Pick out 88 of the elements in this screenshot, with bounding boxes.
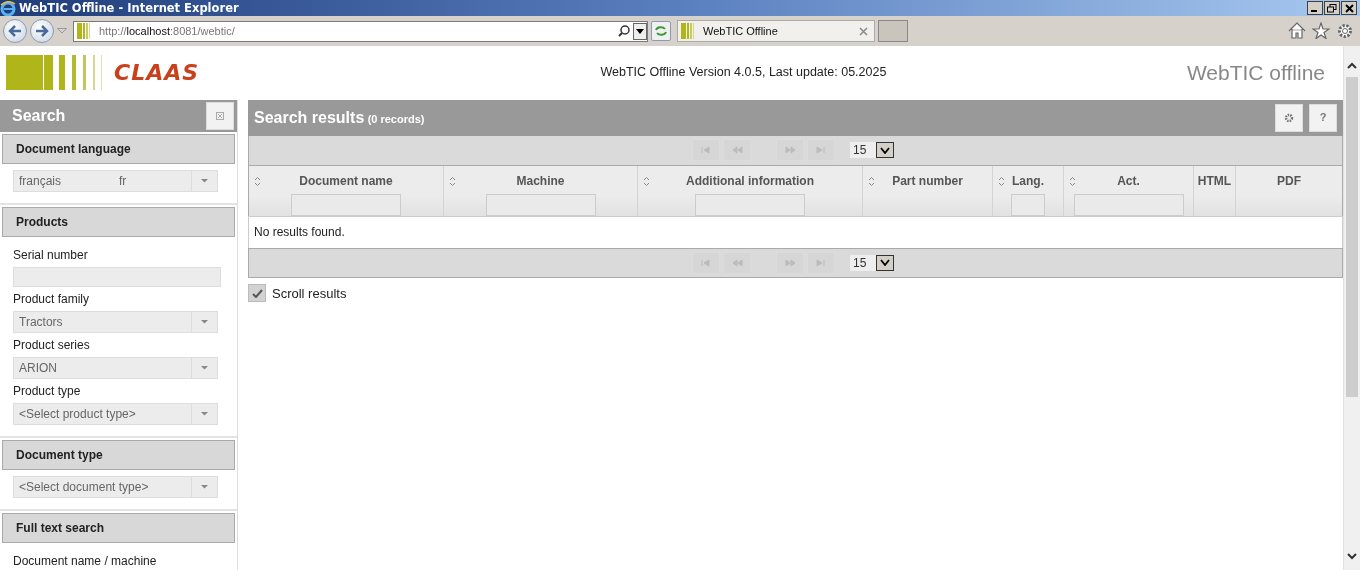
section-header[interactable]: Document type [2, 439, 235, 470]
text-field[interactable] [13, 266, 221, 287]
back-button[interactable] [3, 19, 27, 43]
star-icon[interactable] [1312, 22, 1330, 39]
column-header[interactable]: Act. [1064, 171, 1193, 190]
prev-page-icon [731, 258, 743, 267]
empty-message: No results found. [248, 215, 1343, 248]
close-button[interactable] [1341, 1, 1357, 15]
section-header[interactable]: Full text search [2, 512, 235, 543]
next-page-icon [784, 258, 796, 267]
caret-icon [200, 411, 209, 417]
last-update-date: 05.2025 [841, 65, 887, 80]
first-page-icon [700, 258, 712, 267]
page-size-select[interactable]: 15 [850, 142, 894, 159]
field-label: Product family [13, 290, 91, 308]
select-field[interactable]: ARION [13, 356, 218, 379]
prev-page-icon [731, 146, 743, 155]
select-field[interactable]: français fr [13, 169, 218, 192]
sidebar-title: Search [12, 105, 66, 126]
product-name: WebTIC offline [1186, 60, 1326, 87]
caret-icon [880, 146, 890, 154]
section-header[interactable]: Products [2, 206, 235, 237]
caret-icon [200, 319, 209, 325]
dropdown-icon[interactable] [633, 22, 647, 40]
field-label: Product series [13, 336, 91, 354]
column-header[interactable]: Document name [249, 171, 443, 190]
next-page-icon [784, 146, 796, 155]
field-label: Document name / machine [13, 552, 158, 570]
version-text: WebTIC Offline Version 4.0.5 [600, 65, 762, 80]
column-header[interactable]: HTML [1194, 171, 1235, 190]
column-header[interactable]: Part number [863, 171, 992, 190]
settings-button[interactable] [1275, 103, 1303, 132]
forward-arrow-icon [35, 25, 49, 37]
filter-field[interactable] [695, 193, 805, 216]
back-arrow-icon [8, 25, 22, 37]
restore-icon [1327, 3, 1337, 13]
brand-logo: CLAAS [114, 59, 200, 88]
caret-icon [200, 178, 209, 184]
gear-icon [1284, 112, 1294, 123]
url-text[interactable]: http://localhost:8081/webtic/ [99, 24, 235, 37]
column-header[interactable]: PDF [1236, 171, 1342, 190]
filter-field[interactable] [1011, 193, 1045, 216]
scrollbar-thumb[interactable] [1346, 77, 1358, 397]
column-header[interactable]: Machine [444, 171, 637, 190]
caret-icon [880, 259, 890, 267]
browser-tab[interactable]: WebTIC Offline [677, 20, 875, 42]
restore-button[interactable] [1324, 1, 1340, 15]
site-icon [77, 23, 93, 39]
section-header[interactable]: Document language [2, 133, 235, 164]
caret-icon [200, 365, 209, 371]
results-title: Search results (0 records) [254, 107, 425, 128]
checkbox[interactable] [248, 284, 266, 303]
vertical-scrollbar[interactable] [1343, 46, 1360, 570]
filter-field[interactable] [291, 193, 401, 216]
page-size-select[interactable]: 15 [850, 254, 894, 271]
last-update-label: , Last update: [761, 65, 838, 80]
column-header[interactable]: Additional information [638, 171, 862, 190]
column-header[interactable]: Lang. [993, 171, 1063, 190]
field-label: Product type [13, 382, 82, 400]
close-icon [1344, 3, 1354, 13]
collapse-icon [216, 111, 224, 120]
logo-stripes-icon [6, 55, 102, 91]
window-title: WebTIC Offline - Internet Explorer [18, 0, 239, 16]
select-field[interactable]: <Select product type> [13, 402, 218, 425]
forward-button[interactable] [30, 19, 54, 43]
site-icon [681, 23, 697, 39]
select-field[interactable]: Tractors [13, 310, 218, 333]
settings-icon[interactable] [1336, 22, 1354, 40]
checkbox-label: Scroll results [272, 284, 347, 303]
caret-icon [200, 484, 209, 490]
filter-field[interactable] [1073, 193, 1184, 216]
close-tab-icon[interactable] [859, 26, 868, 36]
check-icon [251, 288, 263, 298]
first-page-icon [700, 146, 712, 155]
new-tab-button[interactable] [878, 20, 908, 42]
refresh-icon [654, 25, 668, 37]
minimize-button[interactable] [1307, 1, 1323, 15]
collapse-button[interactable] [206, 101, 234, 130]
last-page-icon [815, 258, 827, 267]
filter-field[interactable] [485, 193, 596, 216]
address-field[interactable]: http://localhost:8081/webtic/ [73, 20, 648, 42]
select-field[interactable]: <Select document type> [13, 475, 218, 498]
last-page-icon [815, 146, 827, 155]
field-label: Serial number [13, 246, 89, 264]
help-button[interactable]: ? [1309, 103, 1337, 132]
home-icon[interactable] [1288, 22, 1306, 39]
search-icon[interactable] [618, 25, 630, 37]
browser-logo-icon [0, 0, 16, 16]
